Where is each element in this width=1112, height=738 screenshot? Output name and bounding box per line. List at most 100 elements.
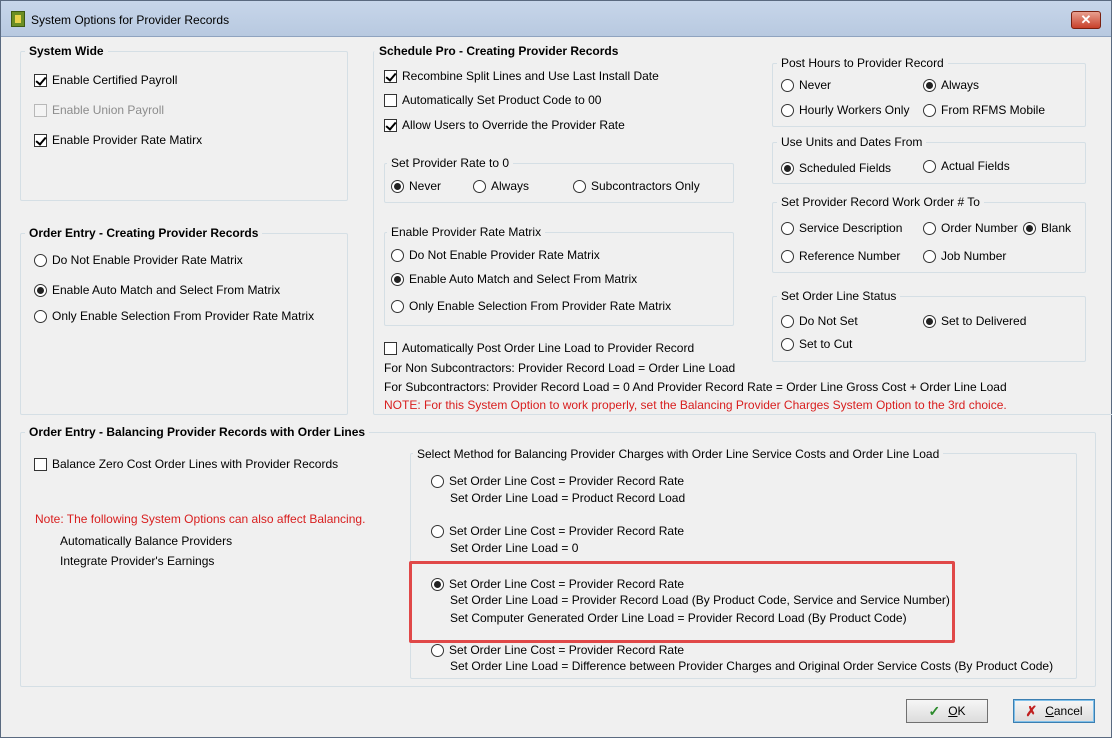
schedule-pro-red-note: NOTE: For this System Option to work pro… — [384, 398, 1007, 412]
checkbox-box[interactable] — [34, 457, 47, 471]
balancing-red-note: Note: The following System Options can a… — [35, 512, 366, 526]
radio-circle[interactable] — [34, 309, 47, 323]
x-icon: ✗ — [1025, 702, 1038, 719]
recombine-split-checkbox[interactable]: Recombine Split Lines and Use Last Insta… — [384, 69, 659, 83]
radio-circle[interactable] — [923, 221, 936, 235]
oe-no-matrix-radio[interactable]: Do Not Enable Provider Rate Matrix — [34, 253, 243, 267]
post-hours-title: Post Hours to Provider Record — [777, 56, 948, 70]
line-status-group — [772, 296, 1086, 362]
checkbox-box[interactable] — [34, 133, 47, 147]
radio-circle[interactable] — [34, 253, 47, 267]
radio-circle[interactable] — [923, 249, 936, 263]
radio-circle[interactable] — [431, 474, 444, 488]
radio-circle[interactable] — [923, 314, 936, 328]
checkbox-box — [34, 103, 47, 117]
certified-payroll-checkbox[interactable]: Enable Certified Payroll — [34, 73, 177, 87]
scheduled-fields-radio[interactable]: Scheduled Fields — [781, 161, 891, 175]
set-delivered-radio[interactable]: Set to Delivered — [923, 314, 1026, 328]
radio-circle[interactable] — [473, 179, 486, 193]
balance-zero-cost-checkbox[interactable]: Balance Zero Cost Order Lines with Provi… — [34, 457, 338, 471]
post-hours-mobile-radio[interactable]: From RFMS Mobile — [923, 103, 1045, 117]
rate-zero-subcontractors-radio[interactable]: Subcontractors Only — [573, 179, 700, 193]
radio-circle[interactable] — [781, 221, 794, 235]
radio-circle[interactable] — [391, 248, 404, 262]
checkbox-box[interactable] — [384, 341, 397, 355]
title-bar[interactable]: System Options for Provider Records ✕ — [1, 1, 1111, 37]
wo-job-number-radio[interactable]: Job Number — [923, 249, 1006, 263]
radio-circle[interactable] — [431, 524, 444, 538]
non-subcontractor-note: For Non Subcontractors: Provider Record … — [384, 361, 736, 375]
method-2-line-2: Set Order Line Load = 0 — [450, 541, 579, 555]
ok-button[interactable]: ✓ OK — [906, 699, 988, 723]
post-hours-group — [772, 63, 1086, 127]
radio-circle[interactable] — [781, 314, 794, 328]
radio-circle[interactable] — [923, 78, 936, 92]
sp-rate-matrix-title: Enable Provider Rate Matrix — [387, 225, 546, 239]
do-not-set-radio[interactable]: Do Not Set — [781, 314, 858, 328]
radio-circle[interactable] — [923, 159, 936, 173]
method-4-line-2: Set Order Line Load = Difference between… — [450, 659, 1054, 673]
rate-zero-never-radio[interactable]: Never — [391, 179, 441, 193]
line-status-title: Set Order Line Status — [777, 289, 901, 303]
radio-circle[interactable] — [781, 103, 794, 117]
post-hours-never-radio[interactable]: Never — [781, 78, 831, 92]
provider-rate-matrix-checkbox[interactable]: Enable Provider Rate Matirx — [34, 133, 202, 147]
selected-option-highlight — [409, 561, 955, 643]
auto-post-load-checkbox[interactable]: Automatically Post Order Line Load to Pr… — [384, 341, 694, 355]
method-1-radio[interactable]: Set Order Line Cost = Provider Record Ra… — [431, 474, 684, 488]
oe-only-selection-radio[interactable]: Only Enable Selection From Provider Rate… — [34, 309, 314, 323]
radio-circle[interactable] — [781, 161, 794, 175]
subcontractor-note: For Subcontractors: Provider Record Load… — [384, 380, 1007, 394]
checkbox-box[interactable] — [34, 73, 47, 87]
dialog-window: System Options for Provider Records ✕ Sy… — [0, 0, 1112, 738]
radio-circle[interactable] — [34, 283, 47, 297]
union-payroll-checkbox: Enable Union Payroll — [34, 103, 164, 117]
app-icon — [11, 11, 25, 27]
radio-circle[interactable] — [391, 272, 404, 286]
checkbox-box[interactable] — [384, 69, 397, 83]
method-1-line-2: Set Order Line Load = Product Record Loa… — [450, 491, 686, 505]
integrate-earnings-text: Integrate Provider's Earnings — [60, 554, 215, 568]
rate-zero-title: Set Provider Rate to 0 — [387, 156, 514, 170]
sp-auto-match-radio[interactable]: Enable Auto Match and Select From Matrix — [391, 272, 637, 286]
radio-circle[interactable] — [391, 179, 404, 193]
radio-circle[interactable] — [391, 299, 404, 313]
radio-circle[interactable] — [923, 103, 936, 117]
radio-circle[interactable] — [431, 643, 444, 657]
oe-auto-match-radio[interactable]: Enable Auto Match and Select From Matrix — [34, 283, 280, 297]
checkmark-icon: ✓ — [928, 702, 941, 719]
units-dates-title: Use Units and Dates From — [777, 135, 927, 149]
schedule-pro-title: Schedule Pro - Creating Provider Records — [375, 44, 623, 58]
radio-circle[interactable] — [573, 179, 586, 193]
actual-fields-radio[interactable]: Actual Fields — [923, 159, 1010, 173]
work-order-title: Set Provider Record Work Order # To — [777, 195, 984, 209]
wo-blank-radio[interactable]: Blank — [1023, 221, 1071, 235]
auto-product-code-checkbox[interactable]: Automatically Set Product Code to 00 — [384, 93, 601, 107]
auto-balance-providers-text: Automatically Balance Providers — [60, 534, 233, 548]
window-title: System Options for Provider Records — [31, 13, 230, 27]
wo-reference-number-radio[interactable]: Reference Number — [781, 249, 900, 263]
cancel-button[interactable]: ✗ Cancel — [1013, 699, 1095, 723]
radio-circle[interactable] — [1023, 221, 1036, 235]
method-2-radio[interactable]: Set Order Line Cost = Provider Record Ra… — [431, 524, 684, 538]
sp-no-matrix-radio[interactable]: Do Not Enable Provider Rate Matrix — [391, 248, 600, 262]
rate-zero-always-radio[interactable]: Always — [473, 179, 529, 193]
allow-override-rate-checkbox[interactable]: Allow Users to Override the Provider Rat… — [384, 118, 625, 132]
radio-circle[interactable] — [781, 337, 794, 351]
balancing-method-title: Select Method for Balancing Provider Cha… — [413, 447, 944, 461]
wo-service-description-radio[interactable]: Service Description — [781, 221, 902, 235]
post-hours-always-radio[interactable]: Always — [923, 78, 979, 92]
method-4-radio[interactable]: Set Order Line Cost = Provider Record Ra… — [431, 643, 684, 657]
close-button[interactable]: ✕ — [1071, 11, 1101, 29]
checkbox-box[interactable] — [384, 93, 397, 107]
radio-circle[interactable] — [781, 78, 794, 92]
radio-circle[interactable] — [781, 249, 794, 263]
checkbox-box[interactable] — [384, 118, 397, 132]
wo-order-number-radio[interactable]: Order Number — [923, 221, 1018, 235]
system-wide-title: System Wide — [25, 44, 108, 58]
order-entry-creating-title: Order Entry - Creating Provider Records — [25, 226, 263, 240]
set-to-cut-radio[interactable]: Set to Cut — [781, 337, 852, 351]
post-hours-hourly-radio[interactable]: Hourly Workers Only — [781, 103, 909, 117]
sp-only-selection-radio[interactable]: Only Enable Selection From Provider Rate… — [391, 299, 671, 313]
balancing-title: Order Entry - Balancing Provider Records… — [25, 425, 370, 439]
